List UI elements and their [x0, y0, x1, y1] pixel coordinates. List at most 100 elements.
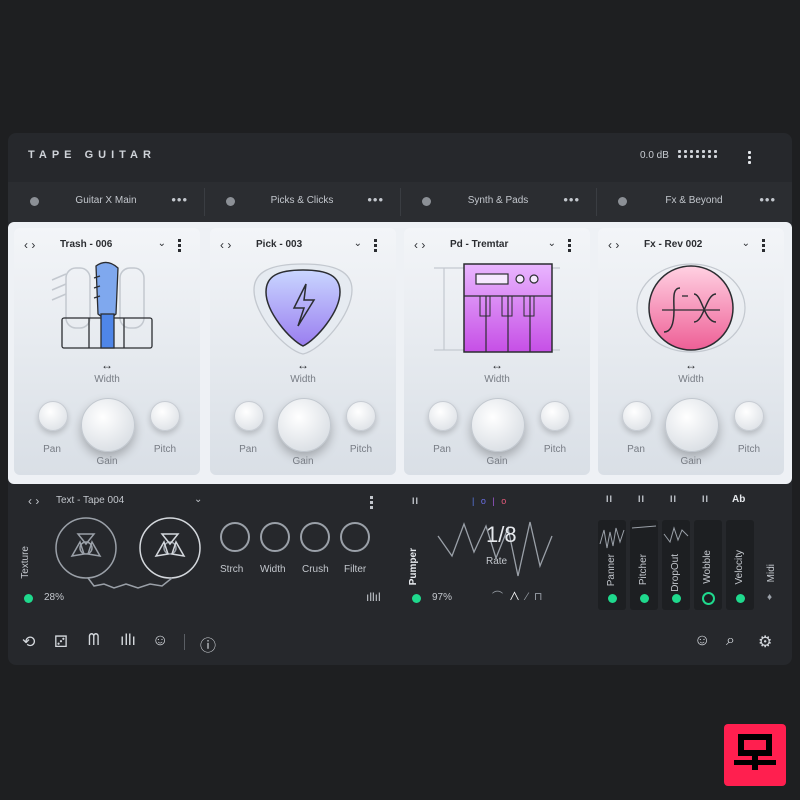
tab-picks-clicks[interactable]: Picks & Clicks •••	[204, 182, 400, 222]
equalizer-icon[interactable]: ıllı	[120, 632, 136, 650]
tab-fx-beyond[interactable]: Fx & Beyond •••	[596, 182, 792, 222]
prev-next-preset-icon[interactable]: ‹ ›	[608, 238, 619, 252]
gain-knob[interactable]	[665, 398, 719, 452]
preset-name[interactable]: Trash - 006	[60, 239, 112, 250]
drag-handle-icon[interactable]	[178, 239, 186, 254]
more-options-icon[interactable]: •••	[759, 192, 776, 207]
width-arrows-icon[interactable]: ↔	[598, 358, 784, 372]
pan-knob[interactable]	[622, 401, 652, 431]
randomize-arrows-icon[interactable]: ⟲	[22, 632, 35, 652]
gear-icon[interactable]: ⚙	[758, 632, 772, 652]
preset-name[interactable]: Pick - 003	[256, 239, 302, 250]
chevron-down-icon[interactable]: ⌄	[354, 238, 362, 249]
pitch-knob[interactable]	[346, 401, 376, 431]
mic-icon[interactable]: ♦	[767, 592, 772, 603]
chevron-down-icon[interactable]: ⌄	[742, 238, 750, 249]
chevron-down-icon[interactable]: ⌄	[548, 238, 556, 249]
pumper-enable-indicator[interactable]	[412, 594, 421, 603]
dropout-enable-indicator[interactable]	[672, 594, 681, 603]
slot-card-pick: ‹ › Pick - 003 ⌄ ↔ Width Pan Gain Pitch	[210, 228, 396, 475]
prev-next-preset-icon[interactable]: ‹ ›	[24, 238, 35, 252]
slot-card-synth: ‹ › Pd - Tremtar ⌄ ↔ Width Pan Gain Pitc…	[404, 228, 590, 475]
gain-knob[interactable]	[471, 398, 525, 452]
footer-divider	[184, 634, 185, 650]
level-meter	[678, 150, 718, 158]
info-icon[interactable]: ⓘ	[200, 632, 216, 656]
account-icon[interactable]: ☺	[694, 632, 710, 650]
waveform-bars-icon[interactable]: ᗰ	[88, 632, 100, 650]
drag-handle-icon[interactable]	[762, 239, 770, 254]
drag-handle-icon[interactable]	[370, 496, 378, 509]
tab-guitar-x-main[interactable]: Guitar X Main •••	[8, 182, 204, 222]
pumper-label: Pumper	[408, 548, 419, 586]
pitch-knob[interactable]	[150, 401, 180, 431]
preset-name[interactable]: Fx - Rev 002	[644, 239, 702, 250]
rate-value[interactable]: 1/8	[486, 522, 517, 548]
pitch-label: Pitch	[349, 444, 373, 455]
gain-knob[interactable]	[277, 398, 331, 452]
pitch-knob[interactable]	[734, 401, 764, 431]
pan-knob[interactable]	[234, 401, 264, 431]
pause-icon[interactable]: II	[702, 494, 709, 504]
pumper-module: II | o | o 1/8 Rate Pumper 97% ⌒∧⁄⊓	[402, 488, 592, 614]
more-options-icon[interactable]: •••	[563, 192, 580, 207]
app-title: TAPE GUITAR	[28, 149, 156, 161]
strch-knob[interactable]	[220, 522, 250, 552]
pause-icon[interactable]: II	[606, 494, 613, 504]
width-label: Width	[290, 374, 316, 385]
panner-module: II Panner	[598, 494, 626, 610]
texture-label: Texture	[20, 546, 31, 579]
filter-knob[interactable]	[340, 522, 370, 552]
search-icon[interactable]: ⌕	[726, 632, 735, 650]
velocity-label: Velocity	[734, 550, 745, 585]
prev-next-preset-icon[interactable]: ‹ ›	[414, 238, 425, 252]
pitch-knob[interactable]	[540, 401, 570, 431]
texture-module: ‹ › Text - Tape 004 ⌄ Texture 28% Strch …	[14, 488, 394, 614]
brand-logo	[724, 724, 786, 786]
width-knob[interactable]	[260, 522, 290, 552]
gain-knob[interactable]	[81, 398, 135, 452]
prev-next-preset-icon[interactable]: ‹ ›	[28, 494, 39, 508]
drag-handle-icon[interactable]	[374, 239, 382, 254]
more-options-icon[interactable]: •••	[171, 192, 188, 207]
menu-icon[interactable]	[748, 151, 752, 166]
preset-name[interactable]: Pd - Tremtar	[450, 239, 508, 250]
wobble-enable-indicator[interactable]	[702, 592, 715, 605]
pan-label: Pan	[43, 444, 61, 455]
settings-face-icon[interactable]: ☺	[152, 632, 168, 650]
width-label: Width	[260, 564, 286, 575]
width-arrows-icon[interactable]: ↔	[404, 358, 590, 372]
pan-knob[interactable]	[428, 401, 458, 431]
prev-next-preset-icon[interactable]: ‹ ›	[220, 238, 231, 252]
chevron-down-icon[interactable]: ⌄	[158, 238, 166, 249]
panner-enable-indicator[interactable]	[608, 594, 617, 603]
pause-icon[interactable]: II	[670, 494, 677, 504]
pitcher-module: II Pitcher	[630, 494, 658, 610]
crush-knob[interactable]	[300, 522, 330, 552]
dropout-label: DropOut	[670, 554, 681, 592]
pumper-amount[interactable]: 97%	[432, 592, 452, 603]
more-options-icon[interactable]: •••	[367, 192, 384, 207]
waveform-icon[interactable]: ıllıl	[366, 590, 381, 604]
velocity-enable-indicator[interactable]	[736, 594, 745, 603]
texture-preset-name[interactable]: Text - Tape 004	[56, 495, 124, 506]
chevron-down-icon[interactable]: ⌄	[194, 494, 202, 505]
pitch-label: Pitch	[543, 444, 567, 455]
pause-icon[interactable]: II	[638, 494, 645, 504]
pitch-label: Pitch	[737, 444, 761, 455]
pan-knob[interactable]	[38, 401, 68, 431]
pause-icon[interactable]: II	[412, 496, 419, 506]
dice-icon[interactable]: ⚂	[54, 632, 68, 652]
wobble-module: II Wobble	[694, 494, 722, 610]
width-arrows-icon[interactable]: ↔	[14, 358, 200, 372]
ab-compare-button[interactable]: Ab	[732, 494, 745, 505]
guitar-pick-icon	[253, 263, 353, 355]
texture-amount[interactable]: 28%	[44, 592, 64, 603]
tab-synth-pads[interactable]: Synth & Pads •••	[400, 182, 596, 222]
gain-label: Gain	[292, 456, 314, 467]
texture-enable-indicator[interactable]	[24, 594, 33, 603]
shape-selector-icons[interactable]: ⌒∧⁄⊓	[492, 588, 548, 604]
width-arrows-icon[interactable]: ↔	[210, 358, 396, 372]
drag-handle-icon[interactable]	[568, 239, 576, 254]
pitcher-enable-indicator[interactable]	[640, 594, 649, 603]
